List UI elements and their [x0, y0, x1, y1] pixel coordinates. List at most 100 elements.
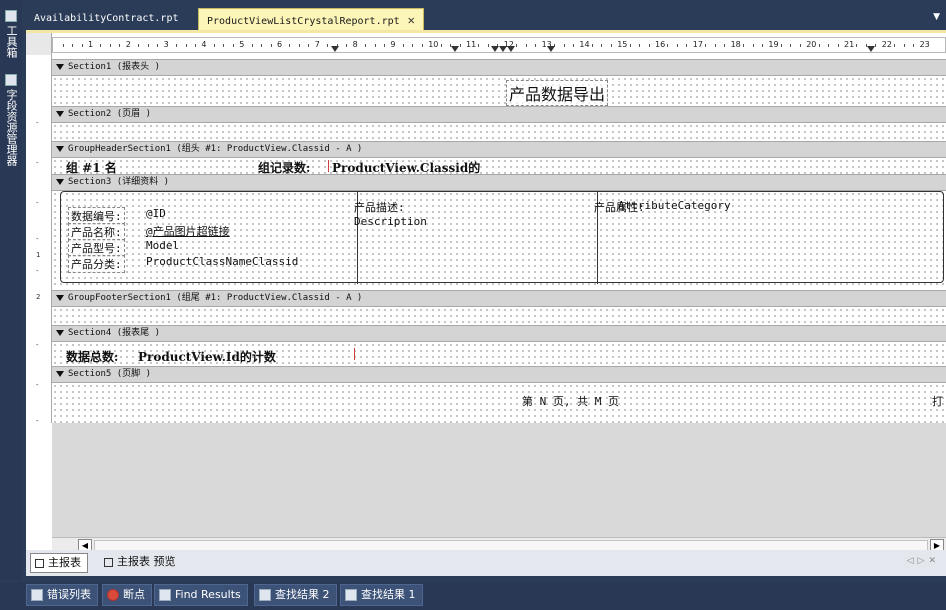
field-marker	[328, 160, 331, 172]
section1-header[interactable]: Section1 (报表头 )	[52, 59, 946, 76]
ruler-tick	[856, 44, 858, 47]
ruler-guide-marker[interactable]	[507, 46, 515, 52]
group-header-label: GroupHeaderSection1 (组头 #1: ProductView.…	[68, 144, 363, 154]
id-value[interactable]: @ID	[146, 207, 166, 220]
ruler-tick	[62, 44, 64, 47]
group-header-body[interactable]: 组 #1 名 组记录数: ProductView.Classid的	[52, 158, 946, 177]
group-footer-section-header[interactable]: GroupFooterSection1 (组尾 #1: ProductView.…	[52, 290, 946, 307]
group-footer-body[interactable]	[52, 307, 946, 325]
tab-label: AvailabilityContract.rpt	[34, 13, 179, 24]
collapse-icon[interactable]	[56, 329, 64, 336]
collapse-icon[interactable]	[56, 145, 64, 152]
tab-label: 断点	[123, 588, 145, 601]
tab-nav-arrows[interactable]: ◁▷✕	[907, 556, 940, 566]
section1-body[interactable]: 产品数据导出	[52, 76, 946, 106]
tab-find-results-2[interactable]: 查找结果 2	[254, 584, 337, 606]
tab-breakpoints[interactable]: 断点	[102, 584, 152, 606]
group-header-section-header[interactable]: GroupHeaderSection1 (组头 #1: ProductView.…	[52, 141, 946, 158]
ruler-number: 6	[277, 40, 283, 49]
error-list-icon	[31, 589, 43, 601]
collapse-icon[interactable]	[56, 370, 64, 377]
description-value[interactable]: Description	[354, 215, 427, 228]
ruler-tick	[72, 44, 74, 47]
ruler-tick	[894, 44, 896, 47]
section2-body[interactable]	[52, 123, 946, 141]
report-title[interactable]: 产品数据导出	[506, 80, 609, 106]
attribute-value[interactable]: AttributeCategory	[618, 199, 731, 212]
tab-label: 查找结果 1	[361, 588, 416, 601]
ruler-guide-marker[interactable]	[331, 46, 339, 52]
ruler-tick	[705, 44, 707, 47]
ruler-tick	[119, 44, 121, 47]
document-tab-bar: AvailabilityContract.rpt ProductViewList…	[22, 8, 946, 30]
model-value[interactable]: Model	[146, 239, 179, 252]
tab-main-report-preview[interactable]: 主报表 预览	[100, 553, 182, 573]
tab-main-report[interactable]: 主报表	[30, 553, 88, 573]
field-explorer-tab[interactable]: 字段资源管理器	[2, 72, 20, 166]
ruler-tick	[383, 44, 385, 47]
ruler-number: 3	[163, 40, 169, 49]
collapse-icon[interactable]	[56, 63, 64, 70]
ruler-tick	[752, 44, 754, 47]
find-results-1-icon	[345, 589, 357, 601]
report-icon	[35, 558, 44, 568]
footer-right-field[interactable]: 打	[932, 393, 943, 409]
ruler-guide-marker[interactable]	[547, 46, 555, 52]
tab-find-results-1[interactable]: 查找结果 1	[340, 584, 423, 606]
ruler-tick	[223, 44, 225, 47]
section5-header[interactable]: Section5 (页脚 )	[52, 366, 946, 383]
section5-body[interactable]: 第 N 页, 共 M 页 打	[52, 383, 946, 423]
collapse-icon[interactable]	[56, 110, 64, 117]
category-label[interactable]: 产品分类:	[68, 255, 125, 273]
ruler-tick	[374, 44, 376, 47]
ruler-tick	[667, 44, 669, 47]
collapse-icon[interactable]	[56, 178, 64, 185]
collapse-icon[interactable]	[56, 294, 64, 301]
section4-header[interactable]: Section4 (报表尾 )	[52, 325, 946, 342]
ruler-number: 2	[125, 40, 131, 49]
left-tool-strip: 工具箱 字段资源管理器	[0, 0, 22, 580]
find-results-icon	[159, 589, 171, 601]
ruler-tick	[724, 44, 726, 47]
field-explorer-label: 字段资源管理器	[5, 89, 18, 166]
category-value[interactable]: ProductClassNameClassid	[146, 255, 298, 268]
view-tab-bar: 主报表 主报表 预览 ◁▷✕	[26, 550, 946, 576]
ruler-guide-marker[interactable]	[491, 46, 499, 52]
toolbox-tab[interactable]: 工具箱	[2, 8, 20, 58]
report-designer: 1 2 3 4 5 6 7 8 9 10 11 12 13 14 15 16 17 18 19 20 21 22 23 - …	[26, 30, 946, 553]
find-results-2-icon	[259, 589, 271, 601]
ruler-number: 1	[88, 40, 94, 49]
section3-body[interactable]: 数据编号: @ID 产品名称: @产品图片超链接 产品型号: Model 产品分…	[52, 191, 946, 285]
ruler-tick	[828, 44, 830, 47]
ruler-number: 20	[806, 40, 817, 49]
ruler-tick	[525, 44, 527, 47]
ruler-guide-marker[interactable]	[867, 46, 875, 52]
ruler-tick	[157, 44, 159, 47]
total-count-field[interactable]: ProductView.Id的计数	[138, 348, 276, 365]
ruler-tick	[535, 44, 537, 47]
horizontal-ruler[interactable]: 1 2 3 4 5 6 7 8 9 10 11 12 13 14 15 16 17 18 19 20 21 22 23	[52, 37, 946, 53]
ruler-number: 9	[390, 40, 396, 49]
total-count-label[interactable]: 数据总数:	[66, 348, 118, 365]
tab-product-view-list[interactable]: ProductViewListCrystalReport.rpt ✕	[198, 8, 424, 30]
ruler-guide-marker[interactable]	[499, 46, 507, 52]
description-label[interactable]: 产品描述:	[354, 199, 405, 215]
tab-find-results[interactable]: Find Results	[154, 584, 248, 606]
ruler-number: 22	[881, 40, 892, 49]
ruler-tick	[799, 44, 801, 47]
ruler-number: 10	[428, 40, 439, 49]
section3-header[interactable]: Section3 (详细资料 )	[52, 174, 946, 191]
tab-error-list[interactable]: 错误列表	[26, 584, 98, 606]
section2-header[interactable]: Section2 (页眉 )	[52, 106, 946, 123]
name-value[interactable]: @产品图片超链接	[146, 223, 230, 239]
ruler-number: 5	[239, 40, 245, 49]
ruler-tick	[563, 44, 565, 47]
close-icon[interactable]: ✕	[408, 13, 415, 27]
ruler-guide-marker[interactable]	[451, 46, 459, 52]
ruler-tick	[629, 44, 631, 47]
ruler-tick	[875, 44, 877, 47]
section4-body[interactable]: 数据总数: ProductView.Id的计数	[52, 342, 946, 366]
tab-availability-contract[interactable]: AvailabilityContract.rpt	[26, 8, 187, 30]
chevron-down-icon[interactable]: ▼	[933, 12, 940, 22]
page-number-field[interactable]: 第 N 页, 共 M 页	[522, 393, 619, 409]
